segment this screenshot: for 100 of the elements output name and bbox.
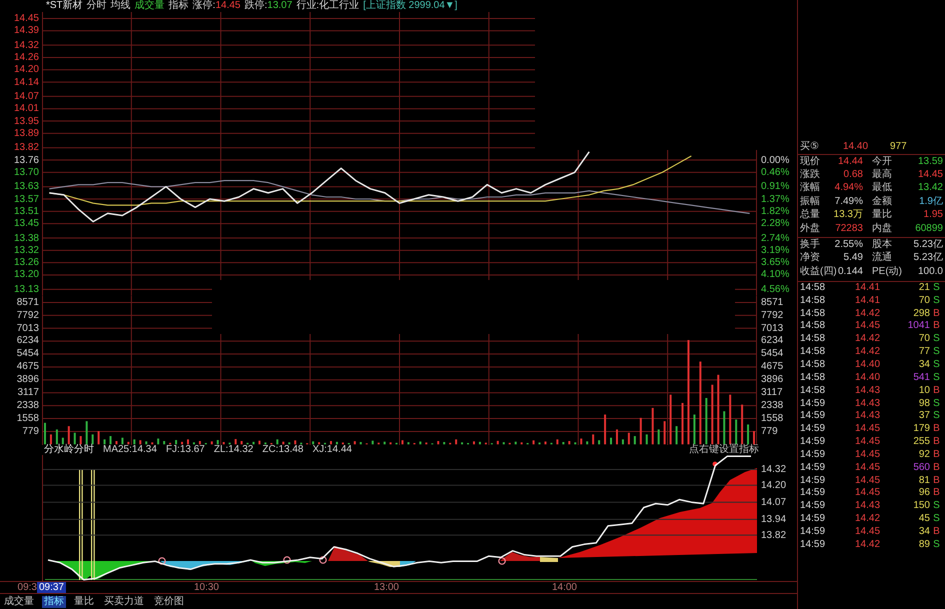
- volume-bar: [741, 404, 744, 444]
- volume-axis-label: 6234: [761, 335, 784, 346]
- bid-label: 买⑤: [800, 141, 820, 153]
- volume-bar: [640, 418, 642, 444]
- volume-bar: [288, 442, 290, 444]
- tick-side: B: [933, 462, 940, 474]
- volume-bar: [586, 441, 588, 444]
- price-axis-label: 14.07: [14, 90, 39, 102]
- tick-price: 14.45: [855, 436, 880, 448]
- tick-price: 14.42: [855, 346, 880, 358]
- tick-price: 14.45: [855, 487, 880, 500]
- tick-time: 14:58: [800, 333, 826, 346]
- price-axis-label: 14.20: [14, 64, 39, 76]
- tick-volume: 34: [918, 526, 930, 538]
- tick-price: 14.45: [855, 423, 880, 436]
- tick-side: B: [933, 308, 940, 320]
- stat-label: 股本: [872, 239, 892, 252]
- ring-icon: [158, 557, 166, 565]
- stat-value: 7.49%: [834, 196, 863, 208]
- volume-bar: [378, 442, 380, 444]
- tick-volume: 70: [918, 294, 930, 307]
- volume-bar: [478, 442, 481, 444]
- volume-bar: [574, 442, 576, 444]
- volume-bar: [646, 434, 648, 444]
- volume-bar: [634, 436, 636, 444]
- tick-time: 14:59: [800, 462, 826, 474]
- price-axis-label: 14.01: [14, 103, 39, 114]
- volume-bar: [443, 442, 446, 444]
- tick-price: 14.45: [855, 474, 880, 487]
- tick-volume: 560: [913, 462, 930, 474]
- tick-side: B: [933, 436, 940, 448]
- volume-bar: [210, 441, 213, 444]
- volume-bar: [514, 442, 517, 444]
- chart-tab[interactable]: 量比: [72, 596, 96, 608]
- volume-bar: [455, 439, 458, 444]
- tick-time: 14:59: [800, 398, 826, 410]
- tick-time: 14:58: [800, 372, 826, 384]
- volume-bar: [580, 438, 582, 444]
- tick-side: B: [933, 320, 940, 332]
- stat-label: 流通: [872, 252, 892, 264]
- volume-bar: [139, 440, 142, 444]
- volume-bar: [664, 420, 666, 444]
- tick-time: 14:58: [800, 282, 826, 294]
- price-axis-label: 13.63: [14, 181, 39, 192]
- ring-icon: [319, 556, 327, 564]
- stat-label: 金额: [872, 196, 892, 208]
- tick-price: 14.40: [855, 372, 880, 384]
- tick-price: 14.45: [855, 462, 880, 474]
- tick-time: 14:58: [800, 320, 826, 332]
- volume-bar: [544, 441, 546, 444]
- stat-value: 2.55%: [834, 239, 863, 252]
- chart-tab[interactable]: 买卖力道: [102, 596, 146, 608]
- volume-axis-label: 3896: [761, 374, 784, 386]
- volume-bar: [175, 440, 178, 444]
- volume-bar: [104, 439, 106, 444]
- price-axis-label: 14.14: [14, 76, 39, 88]
- volume-bar: [330, 440, 332, 444]
- tick-side: S: [933, 346, 940, 358]
- volume-bar: [401, 440, 404, 444]
- chart-tab[interactable]: 成交量: [2, 596, 36, 608]
- volume-bar: [622, 439, 624, 444]
- tick-side: S: [933, 372, 940, 384]
- indicator-axis-label: 14.32: [761, 464, 786, 476]
- volume-bar: [437, 440, 440, 444]
- volume-axis-label: 8571: [761, 296, 784, 308]
- price-axis-label: 13.38: [14, 232, 39, 244]
- chart-tab[interactable]: 竞价图: [152, 596, 186, 608]
- price-axis-label: 13.82: [14, 142, 39, 154]
- volume-axis-label: 7792: [761, 310, 784, 321]
- indicator-axis-label: 13.82: [761, 530, 786, 541]
- tick-volume: 1041: [908, 320, 930, 332]
- tick-side: S: [933, 294, 940, 307]
- tick-time: 14:59: [800, 410, 826, 422]
- volume-bar: [74, 432, 76, 444]
- view-label: 分时: [86, 0, 107, 12]
- volume-bar: [502, 442, 505, 444]
- volume-bar: [192, 442, 195, 444]
- tick-volume: 150: [913, 500, 930, 512]
- percent-axis-label: 0.00%: [761, 154, 790, 166]
- tick-side: B: [933, 384, 940, 397]
- percent-axis-label: 3.65%: [761, 257, 790, 268]
- volume-bar: [520, 442, 523, 444]
- stat-label: 最高: [872, 169, 892, 182]
- tick-volume: 70: [918, 333, 930, 346]
- stat-value: 72283: [835, 222, 863, 235]
- volume-bar: [658, 429, 660, 444]
- volume-bar: [676, 426, 678, 444]
- tick-side: S: [933, 513, 940, 526]
- volume-bar: [735, 419, 738, 444]
- price-axis-label: 14.32: [14, 40, 39, 51]
- stat-label: 换手: [800, 239, 820, 252]
- stat-value: 5.23亿: [914, 252, 943, 264]
- stat-label: 收益(四): [800, 266, 837, 278]
- stat-label: 振幅: [800, 196, 820, 208]
- volume-bar: [258, 440, 260, 444]
- volume-bar: [56, 429, 58, 444]
- tick-side: B: [933, 526, 940, 538]
- tick-volume: 89: [918, 538, 930, 551]
- chart-tab[interactable]: 指标: [42, 596, 66, 608]
- volume-bar: [336, 442, 338, 444]
